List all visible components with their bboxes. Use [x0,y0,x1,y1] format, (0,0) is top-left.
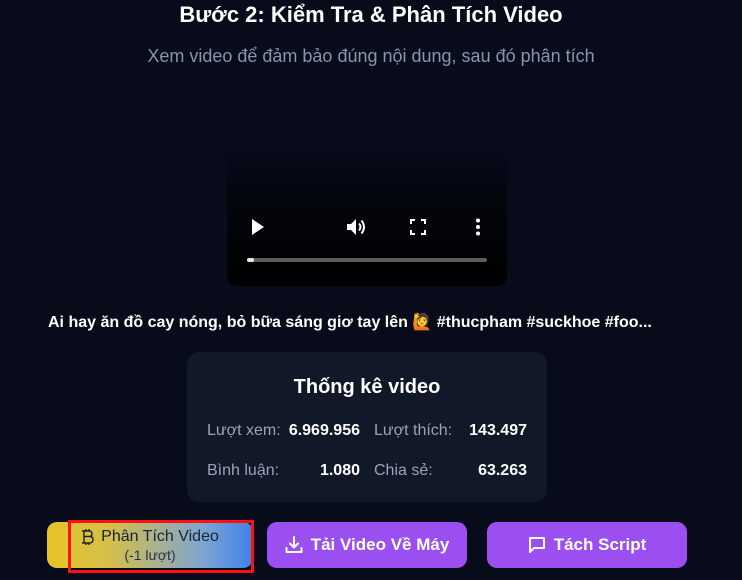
play-icon[interactable] [245,212,271,242]
video-player[interactable] [227,150,507,286]
volume-icon[interactable] [344,212,370,242]
message-square-icon [528,536,546,554]
download-video-button[interactable]: Tải Video Về Máy [267,522,467,568]
analyze-video-row: Phân Tích Video [81,527,219,547]
video-progress-fill [247,258,255,262]
step-title: Bước 2: Kiểm Tra & Phân Tích Video [179,2,563,27]
download-icon [285,536,303,554]
views-value: 6.969.956 [288,422,360,439]
fullscreen-icon[interactable] [405,212,431,242]
shares-value: 63.263 [478,462,527,479]
page: Bước 2: Kiểm Tra & Phân Tích Video Xem v… [0,0,742,580]
step-subtitle: Xem video để đảm bảo đúng nội dung, sau … [147,46,595,66]
bitcoin-icon [81,529,95,545]
views-label: Lượt xem: [207,422,281,439]
likes-label: Lượt thích: [374,422,453,439]
extract-script-button[interactable]: Tách Script [487,522,687,568]
stats-title: Thống kê video [293,376,441,398]
extract-script-label: Tách Script [553,535,647,554]
stats-card: Thống kê video Lượt xem: 6.969.956 Lượt … [187,352,547,502]
likes-value: 143.497 [469,422,527,439]
video-progress-bar[interactable] [247,258,487,262]
analyze-cost-label: (-1 lượt) [124,547,176,563]
shares-label: Chia sẻ: [374,462,433,479]
comments-value: 1.080 [319,462,360,479]
more-vert-icon[interactable] [465,212,491,242]
comments-label: Bình luận: [207,462,280,479]
analyze-video-button[interactable]: Phân Tích Video (-1 lượt) [47,522,253,568]
download-video-label: Tải Video Về Máy [310,535,450,554]
analyze-video-label: Phân Tích Video [101,528,219,545]
video-caption: Ai hay ăn đồ cay nóng, bỏ bữa sáng giơ t… [48,314,652,331]
video-controls [227,212,507,242]
